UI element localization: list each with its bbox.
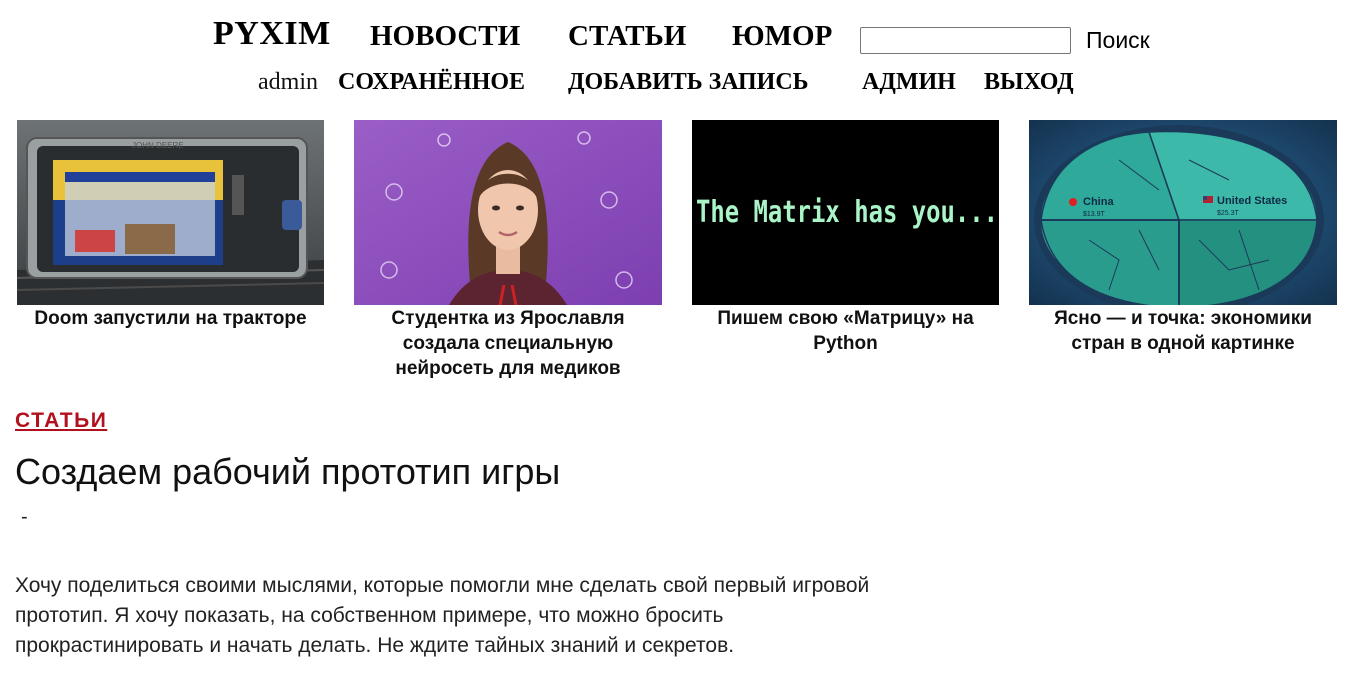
nav-articles[interactable]: СТАТЬИ [568,20,686,53]
nav-add-post[interactable]: ДОБАВИТЬ ЗАПИСЬ [568,69,809,96]
featured-title-matrix[interactable]: Пишем свою «Матрицу» на Python [692,306,999,356]
economies-label-usa: United States [1217,195,1287,207]
svg-text:JOHN DEERE: JOHN DEERE [132,141,184,150]
nav-saved[interactable]: СОХРАНЁННОЕ [338,69,525,96]
site-logo[interactable]: PYXIM [213,15,331,53]
search-button[interactable]: Поиск [1086,27,1150,54]
nav-admin[interactable]: АДМИН [862,69,956,96]
search-input[interactable] [860,27,1071,54]
featured-title-student[interactable]: Студентка из Ярославля создала специальн… [354,306,662,381]
economies-label-china: China [1083,196,1114,208]
featured-title-doom[interactable]: Doom запустили на тракторе [17,306,324,331]
article-category-link[interactable]: СТАТЬИ [15,409,107,433]
nav-humor[interactable]: ЮМОР [732,20,832,53]
featured-card-student[interactable]: Студентка из Ярославля создала специальн… [354,120,662,381]
username: admin [258,69,318,95]
article-title: Создаем рабочий прототип игры [15,451,561,492]
nav-logout[interactable]: ВЫХОД [984,69,1074,96]
featured-title-economies[interactable]: Ясно — и точка: экономики стран в одной … [1029,306,1337,356]
economies-value-usa: $25.3T [1217,210,1240,217]
featured-card-matrix[interactable]: The Matrix has you... Пишем свою «Матриц… [692,120,999,356]
nav-news[interactable]: НОВОСТИ [370,20,520,53]
article-lead: Хочу поделиться своими мыслями, которые … [15,574,870,657]
featured-card-economies[interactable]: China $13.9T United States $25.3T Ясно —… [1029,120,1337,356]
economies-value-china: $13.9T [1083,211,1106,218]
matrix-image-text: The Matrix has you... [696,195,998,230]
featured-image-matrix[interactable]: The Matrix has you... [692,120,999,305]
article-subtitle-dash: - [21,506,28,528]
featured-image-economies[interactable]: China $13.9T United States $25.3T [1029,120,1337,305]
featured-image-doom[interactable]: JOHN DEERE [17,120,324,305]
featured-image-student[interactable] [354,120,662,305]
featured-card-doom[interactable]: JOHN DEERE Doom запустили на тракторе [17,120,324,331]
